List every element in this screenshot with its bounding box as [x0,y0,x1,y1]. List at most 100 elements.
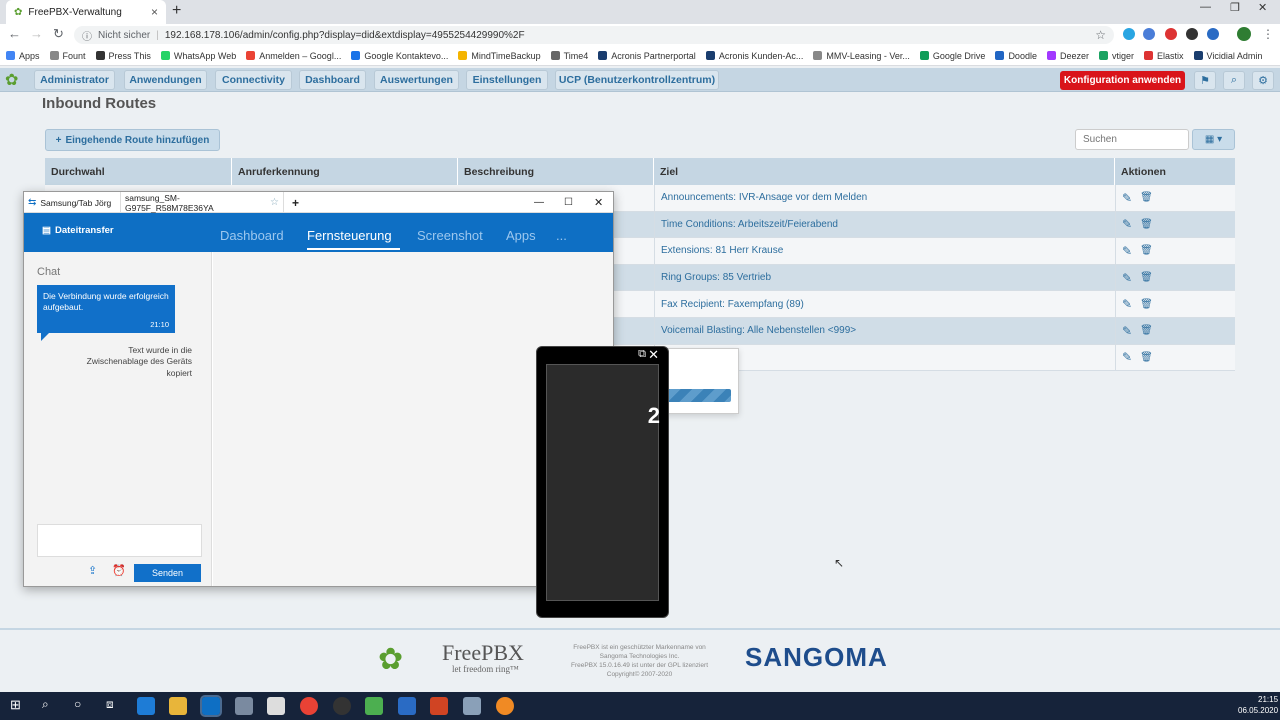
obs-icon[interactable] [333,697,351,715]
col-beschreibung[interactable]: Beschreibung [458,158,654,185]
search-icon[interactable]: ⌕ [1223,71,1245,90]
favorite-star-icon[interactable]: ☆ [270,197,279,208]
translate-extension-icon[interactable] [1143,28,1155,40]
tv-menu-dashboard[interactable]: Dashboard [220,228,284,243]
alarm-icon[interactable]: ⏰ [112,564,126,577]
bookmark-item[interactable]: MindTimeBackup [458,51,541,61]
adblock-extension-icon[interactable] [1165,28,1177,40]
clock[interactable]: 21:15 06.05.2020 [1238,695,1278,717]
browser-tab[interactable]: ✿ FreePBX-Verwaltung × [6,0,166,24]
bookmark-item[interactable]: Deezer [1046,51,1089,61]
delete-icon[interactable]: 🗑 [1140,352,1153,363]
tv-minimize-icon[interactable]: — [530,192,548,213]
bookmark-item[interactable]: MMV-Leasing - Ver... [813,51,910,61]
bookmark-item[interactable]: Anmelden – Googl... [246,51,341,61]
bookmark-item[interactable]: Time4 [550,51,588,61]
bookmark-item[interactable]: Google Kontaktevo... [351,51,448,61]
tv-menu-fernsteuerung[interactable]: Fernsteuerung [307,228,392,243]
delete-icon[interactable]: 🗑 [1140,245,1153,256]
z-extension-icon[interactable] [1207,28,1219,40]
tv-close-icon[interactable]: ✕ [590,192,607,213]
delete-icon[interactable]: 🗑 [1140,272,1153,283]
back-icon[interactable]: ← [8,26,21,41]
tv-maximize-icon[interactable]: ☐ [560,192,577,213]
language-icon[interactable]: ⚑ [1194,71,1216,90]
edit-icon[interactable]: ✎ [1122,350,1132,364]
edge-icon[interactable] [137,697,155,715]
info-icon[interactable]: ⓘ [82,28,92,43]
reload-icon[interactable]: ↻ [53,26,64,42]
bookmark-item[interactable]: Press This [95,51,151,61]
edit-icon[interactable]: ✎ [1122,271,1132,285]
ziel-cell[interactable]: Announcements: IVR-Ansage vor dem Melden [654,185,1115,211]
ziel-cell[interactable]: Voicemail Blasting: Alle Nebenstellen <9… [654,318,1115,344]
notepad-plus-icon[interactable] [365,697,383,715]
remote-phone-screen[interactable]: ⧉ ✕ 2 [536,346,669,618]
ziel-cell[interactable]: Extensions: 81 Herr Krause [654,238,1115,264]
browser-app-icon[interactable] [496,697,514,715]
bookmark-item[interactable]: Acronis Kunden-Ac... [705,51,803,61]
nav-auswertungen[interactable]: Auswertungen [374,70,459,90]
profile-avatar[interactable] [1237,27,1251,41]
tv-menu-apps[interactable]: Apps [506,228,536,243]
settings-gear-icon[interactable]: ⚙ [1252,71,1274,90]
bookmark-item[interactable]: vtiger [1098,51,1134,61]
url-field[interactable]: ⓘ Nicht sicher | 192.168.178.106/admin/c… [74,26,1114,44]
chat-input[interactable] [37,524,202,557]
tv-new-tab-icon[interactable]: + [288,192,303,213]
teamviewer-taskbar-icon[interactable] [200,695,222,717]
nav-einstellungen[interactable]: Einstellungen [466,70,548,90]
photos-icon[interactable] [267,697,285,715]
delete-icon[interactable]: 🗑 [1140,192,1153,203]
file-transfer-button[interactable]: ▤ Dateitransfer [42,225,114,236]
bookmark-item[interactable]: Acronis Partnerportal [598,51,696,61]
maximize-icon[interactable]: ❐ [1230,1,1240,14]
task-view-icon[interactable]: ⧈ [106,697,114,712]
close-tab-icon[interactable]: × [151,5,158,19]
tv-tab-samsung-tab[interactable]: ⇆ Samsung/Tab Jörg [24,192,118,213]
ziel-cell[interactable]: Fax Recipient: Faxempfang (89) [654,291,1115,317]
app-icon[interactable] [235,697,253,715]
chrome-icon[interactable] [300,697,318,715]
delete-icon[interactable]: 🗑 [1140,219,1153,230]
ziel-cell[interactable]: Ring Groups: 85 Vertrieb [654,264,1115,291]
minimize-icon[interactable]: — [1200,1,1211,13]
col-anruferkennung[interactable]: Anruferkennung [232,158,458,185]
edit-icon[interactable]: ✎ [1122,244,1132,258]
chrome-menu-icon[interactable]: ⋮ [1262,27,1274,41]
file-explorer-icon[interactable] [169,697,187,715]
freepbx-logo-icon[interactable]: ✿ [5,70,18,90]
bookmark-item[interactable]: Doodle [995,51,1037,61]
col-ziel[interactable]: Ziel [654,158,1115,185]
nav-dashboard[interactable]: Dashboard [299,70,366,90]
forward-icon[interactable]: → [30,26,43,41]
columns-toggle-button[interactable]: ▦ ▾ [1192,129,1235,150]
send-file-icon[interactable]: ⇪ [88,564,97,577]
windows-start-icon[interactable]: ⊞ [10,697,21,713]
search-input[interactable] [1075,129,1189,150]
bookmark-item[interactable]: WhatsApp Web [160,51,236,61]
bookmark-item[interactable]: Google Drive [919,51,985,61]
tv-tab-device[interactable]: samsung_SM-G975F_R58M78E36YA ☆ [120,192,284,213]
edit-icon[interactable]: ✎ [1122,324,1132,338]
nav-connectivity[interactable]: Connectivity [215,70,292,90]
app-window-icon[interactable] [398,697,416,715]
nav-ucp[interactable]: UCP (Benutzerkontrollzentrum) [555,70,719,90]
delete-icon[interactable]: 🗑 [1140,299,1153,310]
delete-icon[interactable]: 🗑 [1140,325,1153,336]
network-app-icon[interactable] [463,697,481,715]
tv-menu-screenshot[interactable]: Screenshot [417,228,483,243]
nav-anwendungen[interactable]: Anwendungen [124,70,207,90]
skype-extension-icon[interactable] [1123,28,1135,40]
add-inbound-route-button[interactable]: + Eingehende Route hinzufügen [45,129,220,151]
edit-icon[interactable]: ✎ [1122,217,1132,231]
close-screen-icon[interactable]: ✕ [648,347,659,363]
powerpoint-icon[interactable] [430,697,448,715]
close-icon[interactable]: ✕ [1258,1,1267,14]
apply-config-button[interactable]: Konfiguration anwenden [1060,71,1185,90]
edit-icon[interactable]: ✎ [1122,297,1132,311]
new-tab-icon[interactable]: + [172,2,181,20]
bookmark-item[interactable]: Fount [49,51,86,61]
bookmark-item[interactable]: Apps [6,51,40,61]
phone-display[interactable]: 2 [546,364,660,601]
